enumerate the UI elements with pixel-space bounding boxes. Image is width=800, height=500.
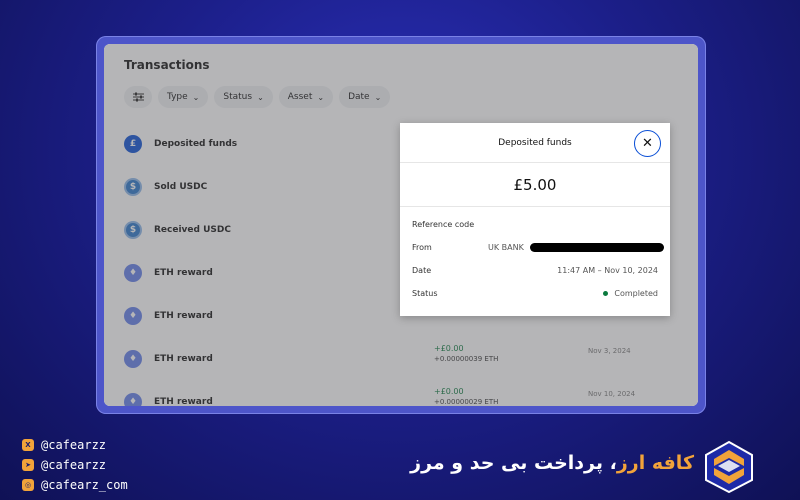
date-row: Date 11:47 AM – Nov 10, 2024 [412,259,658,282]
social-instagram[interactable]: ◎ @cafearz_com [22,476,128,494]
date-value: 11:47 AM – Nov 10, 2024 [557,266,658,275]
cafearz-logo-icon [705,440,753,494]
modal-amount: £5.00 [400,163,670,207]
reference-row: Reference code [412,213,658,236]
transaction-detail-modal: Deposited funds ✕ £5.00 Reference code F… [400,123,670,316]
social-links: X @cafearzz ➤ @cafearzz ◎ @cafearz_com [22,436,128,496]
modal-header: Deposited funds ✕ [400,123,670,163]
modal-title: Deposited funds [498,137,572,148]
from-value: UK BANK [488,243,524,252]
status-row: Status Completed [412,282,658,305]
status-dot-icon [603,291,609,296]
instagram-icon: ◎ [22,479,34,491]
telegram-icon: ➤ [22,459,34,471]
reference-label: Reference code [412,220,475,229]
from-label: From [412,243,432,252]
social-handle: @cafearz_com [41,478,128,492]
brand-tagline: کافه ارز، پرداخت بی حد و مرز [408,452,694,474]
status-value: Completed [614,289,658,298]
screenshot-frame: Transactions Type ⌄ Status ⌄ Asset ⌄ Dat… [96,36,706,414]
x-icon: X [22,439,34,451]
app-screen: Transactions Type ⌄ Status ⌄ Asset ⌄ Dat… [104,44,698,406]
status-value-wrap: Completed [603,289,658,298]
close-button[interactable]: ✕ [634,130,661,157]
date-label: Date [412,266,432,275]
from-row: From UK BANK [412,236,664,259]
close-icon: ✕ [642,136,653,151]
brand-name: کافه ارز [616,452,694,474]
social-handle: @cafearzz [41,458,107,472]
detail-list: Reference code From UK BANK Date 11:47 A… [400,207,670,305]
redaction-mark [530,243,664,252]
tagline-text: ، پرداخت بی حد و مرز [410,452,617,474]
social-handle: @cafearzz [41,438,107,452]
social-x[interactable]: X @cafearzz [22,436,128,454]
social-telegram[interactable]: ➤ @cafearzz [22,456,128,474]
status-label: Status [412,289,438,298]
